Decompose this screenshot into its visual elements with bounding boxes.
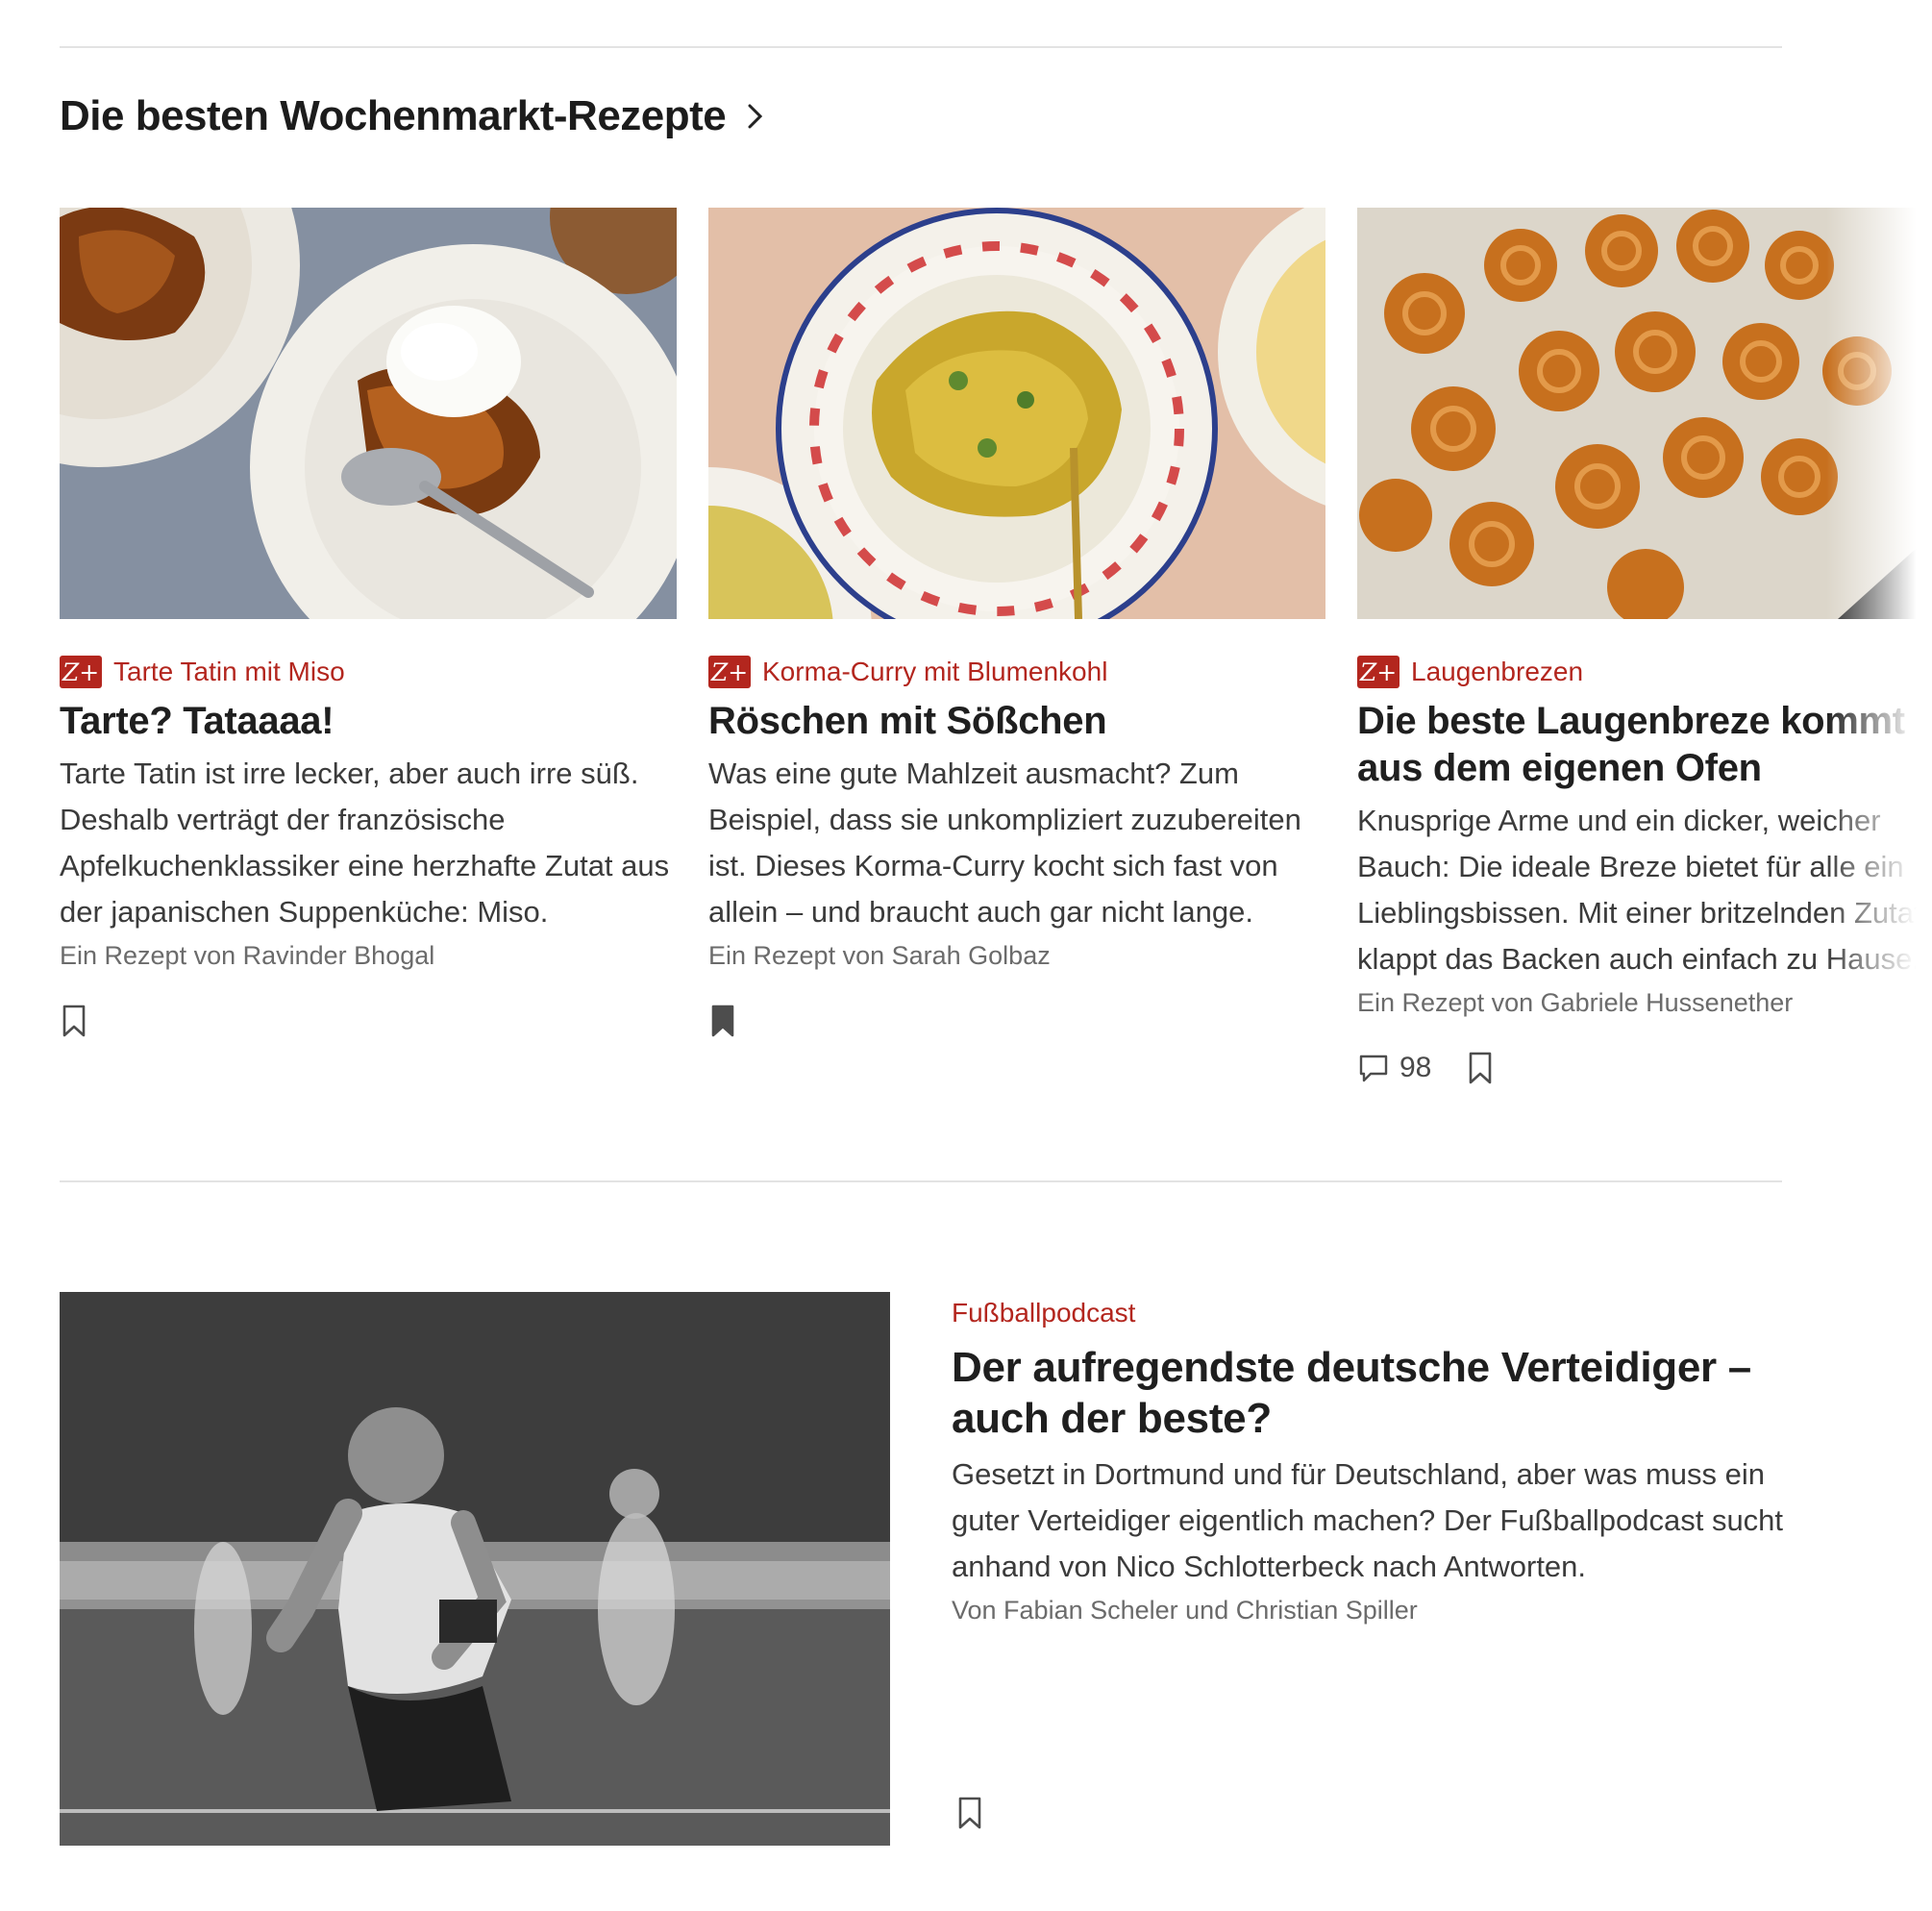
card-headline[interactable]: Röschen mit Sößchen	[708, 698, 1325, 745]
recipe-image-tarte[interactable]	[60, 208, 677, 619]
card-kicker: Laugenbrezen	[1411, 657, 1584, 686]
card-headline[interactable]: Tarte? Tataaaa!	[60, 698, 677, 745]
recipe-card[interactable]: Z+ Korma-Curry mit Blumenkohl Röschen mi…	[708, 208, 1325, 1038]
card-kicker: Tarte Tatin mit Miso	[113, 657, 345, 686]
recipe-card[interactable]: Z+ Laugenbrezen Die beste Laugenbreze ko…	[1357, 208, 1932, 1085]
bookmark-icon[interactable]	[955, 1796, 984, 1830]
feature-teaser: Gesetzt in Dortmund und für Deutschland,…	[952, 1457, 1784, 1583]
card-teaser: Tarte Tatin ist irre lecker, aber auch i…	[60, 757, 670, 929]
comment-count: 98	[1399, 1052, 1432, 1083]
feature-author: Von Fabian Scheler und Christian Spiller	[952, 1596, 1418, 1625]
top-divider	[60, 46, 1782, 48]
card-headline[interactable]: Die beste Laugenbreze kommt aus dem eige…	[1357, 698, 1932, 792]
section-divider	[60, 1180, 1782, 1182]
feature-article[interactable]: Fußballpodcast Der aufregendste deutsche…	[952, 1292, 1797, 1626]
section-header-link[interactable]: Die besten Wochenmarkt-Rezepte	[60, 92, 768, 140]
recipe-image-brezen[interactable]	[1357, 208, 1932, 619]
recipe-card[interactable]: Z+ Tarte Tatin mit Miso Tarte? Tataaaa! …	[60, 208, 677, 1038]
recipe-image-curry[interactable]	[708, 208, 1325, 619]
recipe-carousel[interactable]: Z+ Tarte Tatin mit Miso Tarte? Tataaaa! …	[60, 208, 1932, 1130]
card-kicker: Korma-Curry mit Blumenkohl	[762, 657, 1108, 686]
card-teaser: Was eine gute Mahlzeit ausmacht? Zum Bei…	[708, 757, 1301, 929]
comments-link[interactable]: 98	[1357, 1052, 1431, 1084]
bookmark-filled-icon[interactable]	[708, 1004, 737, 1038]
card-teaser: Knusprige Arme und ein dicker, weicher B…	[1357, 804, 1922, 976]
feature-image[interactable]	[60, 1292, 890, 1846]
bookmark-icon[interactable]	[1466, 1051, 1495, 1085]
section-title: Die besten Wochenmarkt-Rezepte	[60, 92, 727, 139]
zplus-badge: Z+	[60, 656, 102, 688]
zplus-badge: Z+	[708, 656, 751, 688]
zplus-badge: Z+	[1357, 656, 1399, 688]
feature-kicker: Fußballpodcast	[952, 1298, 1136, 1328]
card-author: Ein Rezept von Ravinder Bhogal	[60, 941, 435, 970]
bookmark-icon[interactable]	[60, 1004, 88, 1038]
card-author: Ein Rezept von Sarah Golbaz	[708, 941, 1051, 970]
feature-headline[interactable]: Der aufregendste deutsche Verteidiger – …	[952, 1342, 1797, 1444]
card-author: Ein Rezept von Gabriele Hussenether	[1357, 988, 1794, 1017]
chevron-right-icon	[748, 104, 763, 129]
comment-icon	[1359, 1055, 1388, 1082]
